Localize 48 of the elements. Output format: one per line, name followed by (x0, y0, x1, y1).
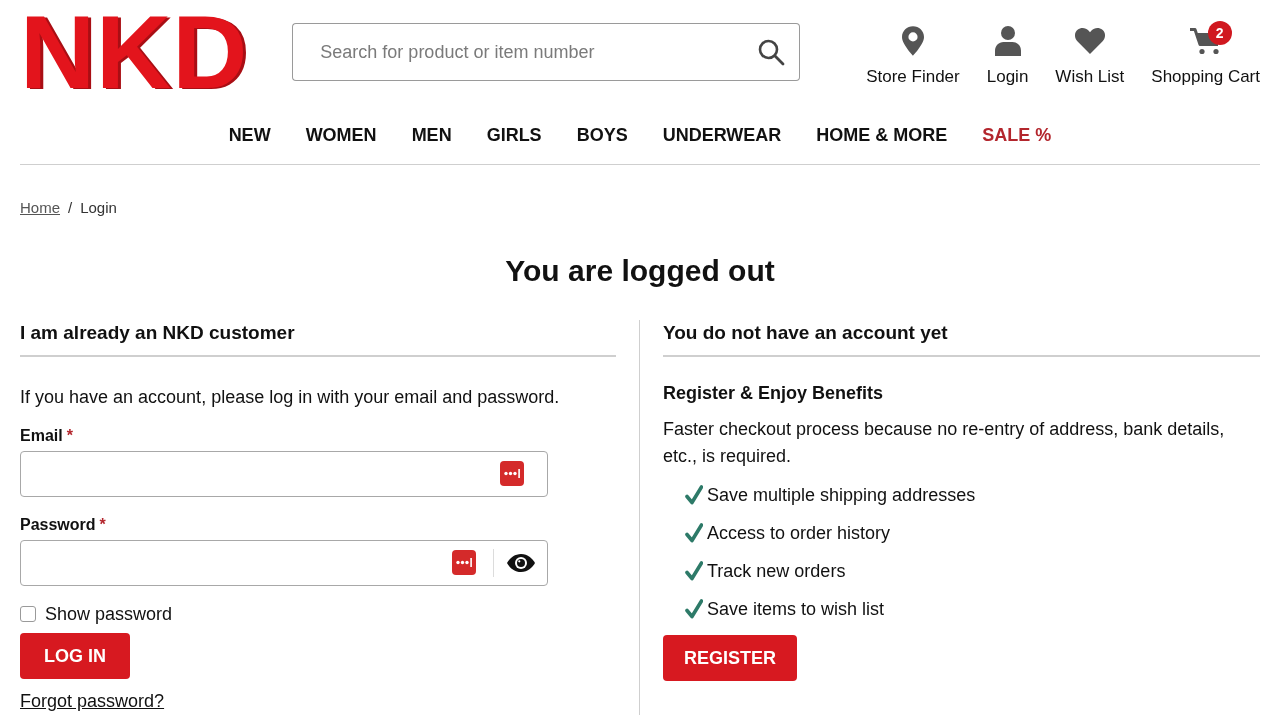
store-finder-link[interactable]: Store Finder (866, 67, 960, 87)
nav-link[interactable]: SALE % (982, 123, 1052, 147)
password-field[interactable] (20, 540, 548, 586)
show-password-checkbox[interactable] (20, 606, 36, 622)
subheading: Register & Enjoy Benefits (663, 382, 885, 404)
breadcrumb-current: Login (80, 199, 117, 217)
required-mark: * (66, 427, 73, 445)
forgot-password-link[interactable]: Forgot password? (20, 690, 165, 712)
field-label: Password (20, 516, 96, 534)
email-field[interactable] (20, 451, 548, 497)
logo[interactable]: NKD (20, 15, 249, 90)
count-badge: 2 (1207, 21, 1232, 45)
shopping-cart-link[interactable]: Shopping Cart (1151, 67, 1260, 87)
nav-link[interactable]: BOYS (576, 123, 628, 147)
check-icon (685, 485, 703, 505)
benefit-text: Access to order history (707, 521, 891, 545)
required-mark: * (99, 516, 106, 534)
eye-icon (506, 554, 535, 572)
wish-list-link[interactable]: Wish List (1055, 67, 1125, 87)
password-dots-icon (500, 461, 524, 486)
intro-text: If you have an account, please log in with your email and password. (20, 386, 561, 409)
breadcrumb-separator: / (68, 199, 73, 217)
check-icon (685, 561, 703, 581)
nav-link[interactable]: MEN (411, 123, 452, 147)
section-heading: I am already an NKD customer (20, 320, 616, 357)
login-button[interactable]: LOG IN (20, 633, 130, 679)
page-title: You are logged out (504, 253, 776, 289)
nav-link[interactable]: NEW (228, 123, 271, 147)
password-dots-icon (452, 550, 476, 575)
section-heading: You do not have an account yet (663, 320, 1260, 357)
login-link[interactable]: Login (986, 67, 1029, 87)
pin-icon[interactable] (901, 26, 924, 56)
nav-link[interactable]: GIRLS (486, 123, 542, 147)
breadcrumb-link[interactable]: Home (20, 199, 60, 217)
check-icon (685, 599, 703, 619)
benefit-text: Track new orders (707, 559, 846, 583)
nav-link[interactable]: WOMEN (305, 123, 377, 147)
check-icon (685, 523, 703, 543)
register-button[interactable]: REGISTER (663, 635, 797, 681)
field-label: Email (20, 427, 63, 445)
nav-link[interactable]: UNDERWEAR (662, 123, 782, 147)
benefit-text: Save items to wish list (707, 597, 885, 621)
checkbox-label: Show password (45, 604, 173, 624)
benefit-text: Save multiple shipping addresses (707, 483, 976, 507)
person-icon[interactable] (994, 26, 1021, 56)
nav-link[interactable]: HOME & MORE (816, 123, 948, 147)
benefits-text: Faster checkout process because no re-entry of address, bank details, etc., is required. (663, 418, 1226, 468)
heart-icon[interactable] (1074, 28, 1105, 54)
